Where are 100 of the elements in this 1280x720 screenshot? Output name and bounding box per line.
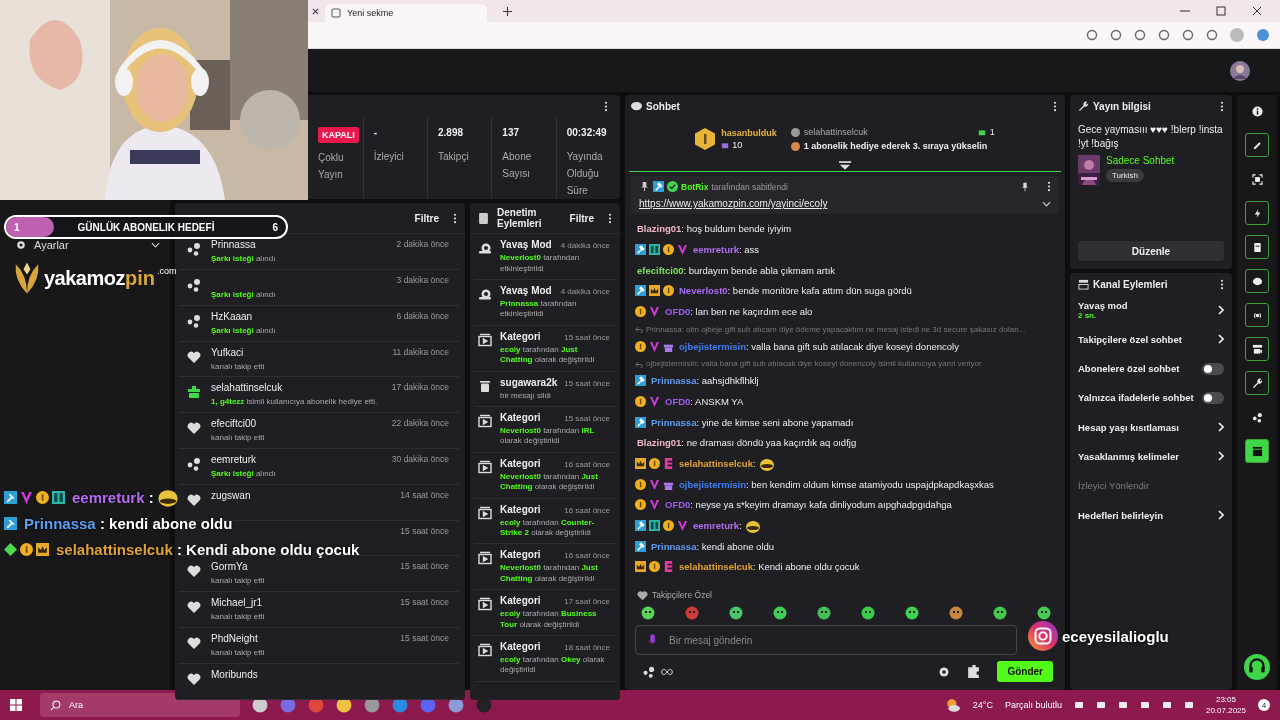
- filter-button[interactable]: Filtre: [569, 212, 594, 224]
- chevron-right-icon[interactable]: [1218, 334, 1224, 345]
- toggle-switch[interactable]: [1202, 362, 1224, 375]
- toolbar-icon[interactable]: [1110, 28, 1122, 41]
- dots-icon[interactable]: [643, 665, 655, 678]
- more-icon[interactable]: [1053, 100, 1057, 112]
- toolbar-icon[interactable]: [1182, 28, 1194, 41]
- wrench-button[interactable]: [1245, 371, 1269, 396]
- more-icon[interactable]: [453, 212, 457, 224]
- action-item[interactable]: Takipçilere özel sohbet: [1078, 333, 1182, 345]
- notification-badge[interactable]: 4: [1258, 699, 1270, 712]
- toolbar-icon[interactable]: [1134, 28, 1146, 41]
- app-icon[interactable]: [336, 697, 352, 714]
- copilot-icon[interactable]: [1256, 27, 1270, 42]
- message-input[interactable]: Bir mesaj gönderin: [667, 628, 1016, 653]
- browser-tab[interactable]: Yeni sekme: [325, 4, 487, 22]
- action-item[interactable]: Hedefleri belirleyin: [1078, 509, 1163, 521]
- action-title: Kategori: [500, 503, 541, 515]
- chat-message: Prinnassa: kendi abone oldu: [651, 540, 775, 552]
- app-icon[interactable]: [364, 697, 380, 714]
- clapper-button[interactable]: [1245, 439, 1269, 464]
- user-name: selahattinselcuk: [803, 127, 869, 138]
- windows-icon[interactable]: [10, 699, 22, 712]
- more-icon[interactable]: [608, 212, 612, 224]
- action-item[interactable]: Hesap yaşı kısıtlaması: [1078, 421, 1179, 433]
- emote-icon[interactable]: [729, 606, 743, 621]
- edit-button[interactable]: Düzenle: [1078, 241, 1224, 262]
- action-text: ecoly tarafından Okey olarak değiştirildi: [500, 654, 606, 676]
- chevron-right-icon[interactable]: [1218, 510, 1224, 520]
- toolbar-icon[interactable]: [1086, 28, 1098, 41]
- chevron-right-icon[interactable]: [1218, 451, 1224, 462]
- emote-icon[interactable]: [905, 606, 919, 621]
- pencil-button[interactable]: [1245, 133, 1269, 158]
- emote-set-label: Takipçilere Özel: [652, 590, 712, 601]
- v-badge: [649, 499, 660, 511]
- chat-button[interactable]: [1245, 269, 1269, 294]
- camera-button[interactable]: [1245, 337, 1269, 362]
- toolbar-icon[interactable]: [1158, 28, 1170, 41]
- tray-icon[interactable]: [1073, 700, 1084, 711]
- chevron-right-icon[interactable]: [1218, 304, 1224, 315]
- chevron-down-icon[interactable]: [1042, 200, 1051, 207]
- tray-icon[interactable]: [1117, 700, 1128, 711]
- message-field[interactable]: Bir mesaj gönderin: [635, 625, 1017, 656]
- pinned-link[interactable]: https://www.yakamozpin.com/yayinci/ecoly: [639, 198, 828, 210]
- settings-icon[interactable]: [938, 665, 951, 678]
- tray-icon[interactable]: [1095, 700, 1106, 711]
- app-icon[interactable]: [392, 697, 408, 714]
- emote-icon[interactable]: [861, 606, 875, 621]
- panel-title: Sohbet: [646, 100, 681, 112]
- tray-icon[interactable]: [1183, 700, 1194, 711]
- video-icon: [478, 642, 492, 657]
- search-field[interactable]: Ara: [40, 693, 240, 718]
- video-icon: [478, 414, 492, 429]
- reply-icon: [635, 360, 643, 368]
- toolbar-icon[interactable]: [1206, 28, 1218, 41]
- emote-icon[interactable]: [1037, 606, 1051, 621]
- headset-icon[interactable]: [1244, 654, 1270, 681]
- mod-badge: [635, 416, 646, 428]
- app-icon[interactable]: [252, 697, 268, 714]
- stat-value: -: [373, 127, 379, 139]
- maximize-icon[interactable]: [1216, 6, 1226, 16]
- chat-message: eemreturk:: [693, 520, 742, 532]
- microphone-icon[interactable]: [648, 633, 657, 647]
- mod-badge: [635, 520, 646, 532]
- tray-icon[interactable]: [1139, 700, 1150, 711]
- doc-button[interactable]: [1245, 235, 1269, 260]
- send-button[interactable]: Gönder: [997, 661, 1053, 683]
- new-tab-icon[interactable]: [503, 6, 512, 16]
- action-item[interactable]: Yavaş mod: [1078, 299, 1128, 311]
- close-icon[interactable]: [1252, 6, 1262, 16]
- tag[interactable]: Turkish: [1106, 169, 1144, 183]
- app-icon[interactable]: [448, 697, 464, 714]
- chevron-down-icon[interactable]: [151, 242, 160, 249]
- collapse-icon[interactable]: [839, 161, 851, 171]
- emote-icon[interactable]: [817, 606, 831, 621]
- tray-icon[interactable]: [1161, 700, 1172, 711]
- toggle-switch[interactable]: [1202, 391, 1224, 404]
- emote-icon[interactable]: [949, 606, 963, 621]
- diamond-badge: [4, 542, 17, 556]
- category-link[interactable]: Sadece Sohbet: [1106, 155, 1175, 167]
- filter-button[interactable]: Filtre: [414, 212, 439, 224]
- more-icon[interactable]: [1220, 278, 1224, 290]
- more-icon[interactable]: [1047, 181, 1051, 193]
- v-badge: [677, 243, 688, 255]
- more-icon[interactable]: [604, 101, 608, 113]
- chevron-right-icon[interactable]: [1218, 422, 1224, 433]
- user-name: GormYa: [211, 561, 249, 574]
- more-icon[interactable]: [1220, 100, 1224, 112]
- sidebar-item[interactable]: Ayarlar: [34, 239, 143, 252]
- broadcast-button[interactable]: [1245, 303, 1269, 328]
- avatar-icon[interactable]: [1230, 60, 1250, 81]
- close-icon[interactable]: [312, 7, 319, 15]
- action-item[interactable]: Yasaklanmış kelimeler: [1078, 450, 1179, 462]
- emote-icon[interactable]: [773, 606, 787, 621]
- rank-icon: [695, 128, 716, 151]
- video-icon: [478, 505, 492, 520]
- puzzle-icon[interactable]: [966, 664, 982, 680]
- emote-icon[interactable]: [641, 606, 655, 621]
- bolt-button[interactable]: [1245, 201, 1269, 226]
- emote-icon[interactable]: [993, 606, 1007, 621]
